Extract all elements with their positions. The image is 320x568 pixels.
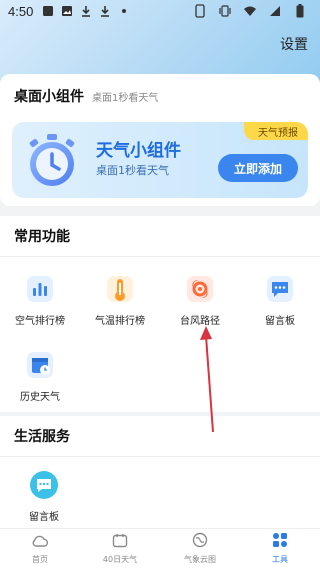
grid-item-label: 留言板 xyxy=(29,512,59,523)
image-icon xyxy=(60,4,74,18)
message-board-icon xyxy=(27,468,61,502)
weather-widget-banner[interactable]: 天气预报 天气小组件 桌面1秒看天气 立即添加 xyxy=(12,122,308,198)
common-functions-title: 常用功能 xyxy=(14,229,70,245)
typhoon-path-item[interactable]: 台风路径 xyxy=(160,272,240,344)
air-ranking-icon xyxy=(23,272,57,306)
calendar-icon xyxy=(112,533,128,552)
life-services-section: 生活服务 留言板 xyxy=(0,416,320,528)
thermometer-icon xyxy=(103,272,137,306)
status-bar: 4:50 xyxy=(0,0,320,22)
tab-label: 工具 xyxy=(272,555,288,564)
tab-label: 气象云图 xyxy=(184,555,216,564)
bottom-tab-bar: 首页 40日天气 气象云图 工具 xyxy=(0,528,320,568)
status-time: 4:50 xyxy=(8,3,34,19)
phone-icon xyxy=(193,4,207,18)
air-ranking-item[interactable]: 空气排行榜 xyxy=(0,272,80,344)
message-board-icon xyxy=(263,272,297,306)
settings-button[interactable]: 设置 xyxy=(280,34,308,54)
cloud-icon xyxy=(31,533,49,552)
banner-tag: 天气预报 xyxy=(244,122,308,140)
grid-item-label: 气温排行榜 xyxy=(95,316,145,327)
notification-icon xyxy=(41,4,55,18)
widget-section-header: 桌面小组件 桌面1秒看天气 xyxy=(0,74,320,106)
download-icon xyxy=(98,4,112,18)
widget-section-subtitle: 桌面1秒看天气 xyxy=(92,93,159,104)
typhoon-icon xyxy=(183,272,217,306)
message-board-item[interactable]: 留言板 xyxy=(240,272,320,344)
widget-section-title: 桌面小组件 xyxy=(14,89,84,105)
stopwatch-icon xyxy=(20,128,84,192)
temperature-ranking-item[interactable]: 气温排行榜 xyxy=(80,272,160,344)
vibrate-icon xyxy=(218,4,232,18)
tab-tools[interactable]: 工具 xyxy=(240,529,320,568)
download-icon xyxy=(79,4,93,18)
history-weather-icon xyxy=(23,348,57,382)
widget-section: 桌面小组件 桌面1秒看天气 天气预报 天气小组件 桌面1秒看天气 立即添加 xyxy=(0,74,320,206)
grid-item-label: 留言板 xyxy=(265,316,295,327)
wifi-icon xyxy=(243,4,257,18)
tools-icon xyxy=(272,532,288,552)
divider xyxy=(0,256,320,257)
common-functions-section: 常用功能 空气排行榜 气温排行榜 台风路径 留言板 历史天气 xyxy=(0,216,320,412)
tab-label: 首页 xyxy=(32,554,48,564)
signal-icon xyxy=(268,4,282,18)
tab-cloud-map[interactable]: 气象云图 xyxy=(160,529,240,568)
globe-icon xyxy=(192,532,208,552)
tab-home[interactable]: 首页 xyxy=(0,529,80,568)
life-services-title: 生活服务 xyxy=(14,429,70,445)
battery-icon xyxy=(293,4,307,18)
banner-title: 天气小组件 xyxy=(96,141,181,161)
grid-item-label: 台风路径 xyxy=(180,316,220,327)
tab-40-day-weather[interactable]: 40日天气 xyxy=(80,529,160,568)
tab-label: 40日天气 xyxy=(102,554,138,564)
add-widget-button[interactable]: 立即添加 xyxy=(218,154,298,182)
grid-item-label: 历史天气 xyxy=(20,392,60,403)
grid-item-label: 空气排行榜 xyxy=(15,316,65,327)
banner-subtitle: 桌面1秒看天气 xyxy=(96,164,169,177)
divider xyxy=(0,456,320,457)
history-weather-item[interactable]: 历史天气 xyxy=(0,348,80,420)
dot-icon xyxy=(117,4,131,18)
